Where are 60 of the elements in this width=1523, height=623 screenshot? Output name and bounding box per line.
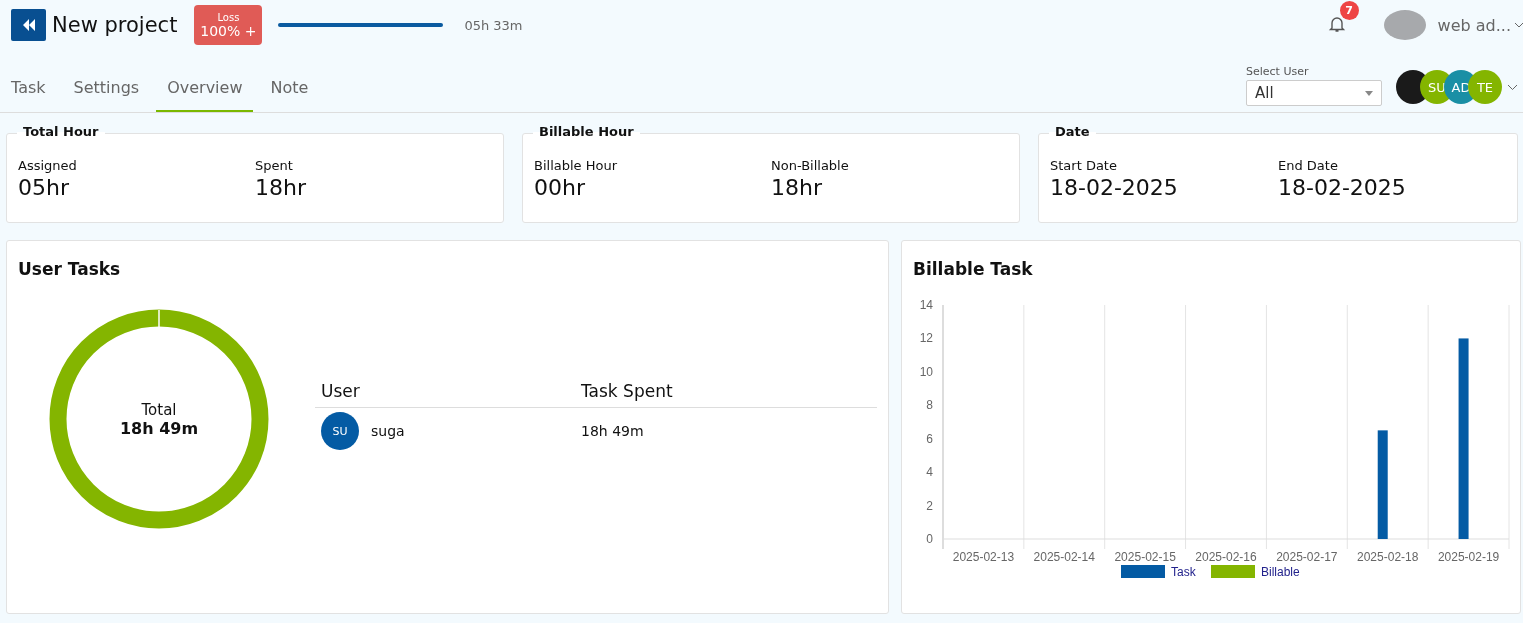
x-tick-label: 2025-02-16 bbox=[1195, 550, 1257, 564]
y-tick-label: 10 bbox=[919, 364, 933, 379]
field-label: Spent bbox=[255, 158, 294, 173]
bell-icon[interactable] bbox=[1327, 15, 1346, 33]
caret-icon bbox=[1365, 90, 1373, 96]
x-tick-label: 2025-02-19 bbox=[1437, 550, 1500, 564]
x-tick-label: 2025-02-14 bbox=[1033, 550, 1095, 564]
card-title: Date bbox=[1049, 124, 1096, 139]
column-header: Task Spent bbox=[581, 381, 674, 401]
user-name: suga bbox=[371, 423, 405, 439]
profile-photo-placeholder bbox=[1383, 10, 1426, 40]
field-label: Billable Hour bbox=[534, 158, 619, 173]
card-title: Total Hour bbox=[17, 124, 105, 139]
field-value: 18hr bbox=[255, 175, 307, 200]
y-tick-label: 12 bbox=[919, 331, 933, 346]
field-value: 18-02-2025 bbox=[1278, 175, 1407, 200]
x-tick-label: 2025-02-18 bbox=[1357, 550, 1419, 564]
card-title: Billable Hour bbox=[533, 124, 640, 139]
column-header: User bbox=[321, 381, 361, 401]
ring-value: 18h 49m bbox=[119, 418, 199, 438]
tab[interactable]: Note bbox=[259, 66, 320, 112]
time-spent: 05h 33m bbox=[464, 17, 523, 33]
field-label: Assigned bbox=[18, 158, 78, 173]
user-select[interactable]: All bbox=[1246, 80, 1382, 106]
chevron-down-icon[interactable] bbox=[1508, 84, 1517, 90]
notification-count: 7 bbox=[1339, 1, 1359, 20]
y-tick-label: 4 bbox=[926, 465, 933, 480]
field-value: 05hr bbox=[18, 175, 70, 200]
tab[interactable]: Settings bbox=[62, 66, 151, 112]
x-tick-label: 2025-02-17 bbox=[1276, 550, 1338, 564]
field-label: End Date bbox=[1278, 158, 1339, 173]
loss-badge: Loss 100% + bbox=[194, 5, 263, 45]
tab[interactable]: Task bbox=[0, 66, 57, 112]
project-title: New project bbox=[52, 13, 178, 37]
y-tick-label: 0 bbox=[926, 532, 933, 546]
field-value: 18hr bbox=[771, 175, 823, 200]
x-tick-label: 2025-02-15 bbox=[1114, 550, 1176, 564]
field-label: Non-Billable bbox=[771, 158, 850, 173]
legend-label: Billable bbox=[1261, 565, 1300, 579]
user-avatar: TE bbox=[1468, 70, 1502, 104]
tab[interactable]: Overview bbox=[156, 66, 254, 112]
y-tick-label: 6 bbox=[926, 431, 933, 446]
y-tick-label: 8 bbox=[926, 398, 933, 413]
field-value: 00hr bbox=[534, 175, 586, 200]
user-avatar: SU bbox=[321, 412, 359, 450]
field-label: Start Date bbox=[1050, 158, 1118, 173]
y-tick-label: 2 bbox=[926, 498, 933, 513]
legend-label: Task bbox=[1171, 565, 1196, 579]
field-value: 18-02-2025 bbox=[1050, 175, 1179, 200]
time-cell: 18h 49m bbox=[581, 423, 644, 439]
double-arrow-left-icon bbox=[21, 19, 36, 31]
back-button[interactable] bbox=[11, 9, 46, 41]
x-tick-label: 2025-02-13 bbox=[952, 550, 1015, 564]
ring-label: Total bbox=[141, 400, 177, 419]
chevron-down-icon[interactable] bbox=[1515, 22, 1523, 28]
y-tick-label: 14 bbox=[919, 298, 933, 312]
panel-title: User Tasks bbox=[18, 259, 122, 279]
select-user-label: Select User bbox=[1246, 65, 1310, 78]
panel-title: Billable Task bbox=[913, 259, 1034, 279]
user-name[interactable]: web ad... bbox=[1437, 15, 1511, 35]
